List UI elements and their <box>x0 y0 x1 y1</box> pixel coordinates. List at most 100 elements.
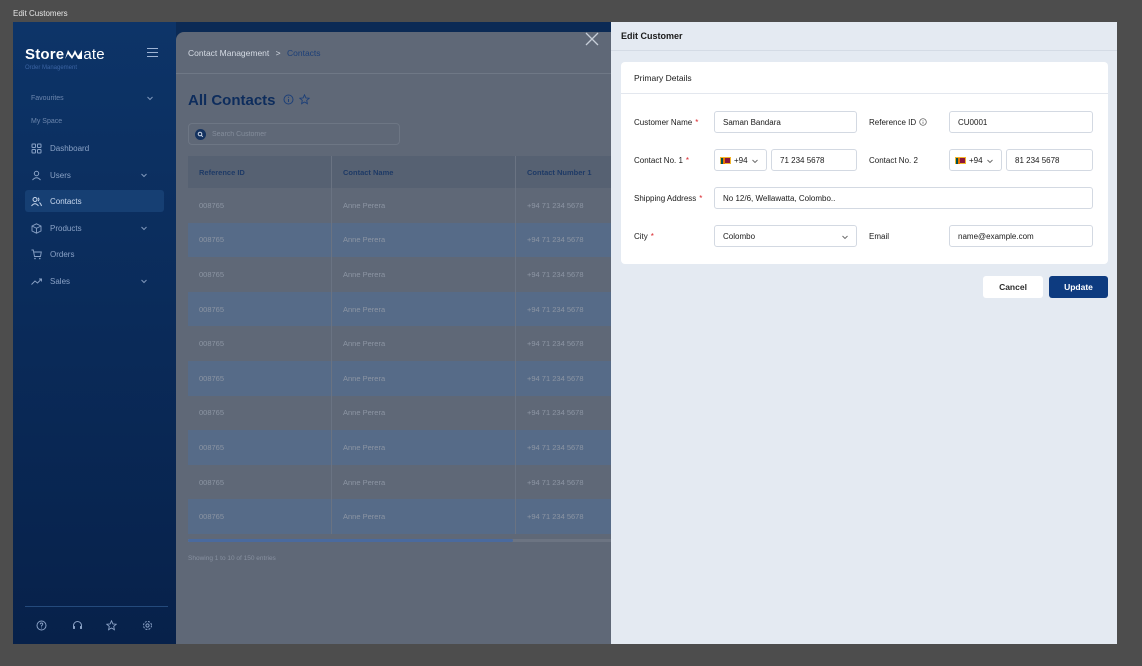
table-row[interactable]: 008765 Anne Perera +94 71 234 5678 <box>188 360 636 396</box>
table-row[interactable]: 008765 Anne Perera +94 71 234 5678 <box>188 395 636 431</box>
contact-no-1-input[interactable] <box>780 155 856 165</box>
shipping-address-label: Shipping Address * <box>634 187 702 209</box>
email-input[interactable] <box>958 231 1092 241</box>
header-divider <box>176 73 636 74</box>
column-header-contact-name[interactable]: Contact Name <box>332 156 516 188</box>
nav-section-favourites[interactable]: Favourites <box>31 95 153 102</box>
search-box <box>188 123 400 145</box>
contact-no-2-label: Contact No. 2 <box>869 149 918 171</box>
chevron-down-icon <box>141 173 147 178</box>
sidebar-item-orders[interactable]: Orders <box>25 243 164 265</box>
email-field[interactable] <box>949 225 1093 247</box>
country-code-value: +94 <box>734 155 748 165</box>
cell-contact-name: Anne Perera <box>332 360 516 396</box>
city-value: Colombo <box>723 231 756 241</box>
reference-id-field[interactable] <box>949 111 1093 133</box>
shipping-address-input[interactable] <box>723 193 1092 203</box>
table-row[interactable]: 008765 Anne Perera +94 71 234 5678 <box>188 326 636 361</box>
drawer-title: Edit Customer <box>611 22 1117 51</box>
cell-contact-name: Anne Perera <box>332 188 516 223</box>
contacts-table: Reference ID Contact Name Contact Number… <box>188 156 636 534</box>
menu-toggle-icon[interactable] <box>147 48 158 57</box>
shipping-address-field[interactable] <box>714 187 1093 209</box>
cell-contact-name: Anne Perera <box>332 291 516 327</box>
cancel-button[interactable]: Cancel <box>983 276 1043 298</box>
headset-icon[interactable] <box>72 620 83 631</box>
favourite-star-icon[interactable] <box>299 94 310 105</box>
logo: Store ate <box>25 46 105 63</box>
update-button[interactable]: Update <box>1049 276 1108 298</box>
chevron-down-icon <box>842 235 848 240</box>
city-select[interactable]: Colombo <box>714 225 857 247</box>
table-row[interactable]: 008765 Anne Perera +94 71 234 5678 <box>188 257 636 292</box>
chevron-down-icon <box>147 96 153 101</box>
customer-name-input[interactable] <box>723 117 856 127</box>
column-header-reference-id[interactable]: Reference ID <box>188 156 332 188</box>
logo-mark-icon <box>65 50 83 59</box>
country-code-select-1[interactable]: +94 <box>714 149 767 171</box>
cell-reference-id: 008765 <box>188 257 332 292</box>
table-row[interactable]: 008765 Anne Perera +94 71 234 5678 <box>188 222 636 258</box>
search-input[interactable] <box>212 130 392 138</box>
sidebar-item-label: Contacts <box>50 196 82 206</box>
cell-reference-id: 008765 <box>188 188 332 223</box>
required-mark: * <box>699 193 703 203</box>
email-label: Email <box>869 225 889 247</box>
settings-icon[interactable] <box>142 620 153 631</box>
cell-contact-name: Anne Perera <box>332 430 516 465</box>
info-icon[interactable] <box>919 118 927 126</box>
customer-name-field[interactable] <box>714 111 857 133</box>
sidebar-item-users[interactable]: Users <box>25 164 164 186</box>
chevron-down-icon <box>987 159 993 164</box>
logo-text-main: Store <box>25 46 65 63</box>
label-text: Contact No. 1 <box>634 155 683 165</box>
search-icon <box>195 128 206 140</box>
cell-reference-id: 008765 <box>188 326 332 361</box>
dashboard-icon <box>31 143 42 153</box>
contacts-icon <box>31 196 42 206</box>
star-icon[interactable] <box>106 620 117 631</box>
edit-customer-drawer: Edit Customer Primary Details Customer N… <box>611 22 1117 644</box>
nav-section-my-space[interactable]: My Space <box>31 118 62 125</box>
chevron-down-icon <box>141 279 147 284</box>
cell-contact-name: Anne Perera <box>332 326 516 361</box>
help-icon[interactable] <box>36 620 47 631</box>
sidebar-item-label: Orders <box>50 249 75 259</box>
cell-reference-id: 008765 <box>188 464 332 500</box>
sidebar-item-label: Dashboard <box>50 143 90 153</box>
country-code-select-2[interactable]: +94 <box>949 149 1002 171</box>
table-header: Reference ID Contact Name Contact Number… <box>188 156 636 188</box>
sidebar-item-products[interactable]: Products <box>25 217 164 239</box>
cell-reference-id: 008765 <box>188 222 332 258</box>
sidebar-item-label: Sales <box>50 276 71 286</box>
info-icon[interactable] <box>283 94 294 105</box>
horizontal-scrollbar[interactable] <box>188 539 636 542</box>
reference-id-input[interactable] <box>958 117 1092 127</box>
sidebar-item-label: Products <box>50 223 82 233</box>
close-icon[interactable] <box>585 32 599 46</box>
table-row[interactable]: 008765 Anne Perera +94 71 234 5678 <box>188 499 636 534</box>
reference-id-label: Reference ID <box>869 111 927 133</box>
table-row[interactable]: 008765 Anne Perera +94 71 234 5678 <box>188 464 636 500</box>
table-row[interactable]: 008765 Anne Perera +94 71 234 5678 <box>188 430 636 465</box>
breadcrumb-separator: > <box>275 48 281 58</box>
title-actions <box>283 94 310 105</box>
cell-contact-name: Anne Perera <box>332 464 516 500</box>
breadcrumb-parent[interactable]: Contact Management <box>188 48 269 58</box>
section-title: Primary Details <box>621 62 1108 94</box>
user-icon <box>32 170 41 180</box>
sidebar-item-contacts[interactable]: Contacts <box>25 190 164 212</box>
scrollbar-thumb[interactable] <box>188 539 513 542</box>
table-row[interactable]: 008765 Anne Perera +94 71 234 5678 <box>188 188 636 223</box>
contact-no-1-field[interactable] <box>771 149 857 171</box>
label-text: Shipping Address <box>634 193 697 203</box>
sidebar-item-sales[interactable]: Sales <box>25 270 164 292</box>
cell-reference-id: 008765 <box>188 395 332 431</box>
contact-no-2-input[interactable] <box>1015 155 1092 165</box>
window-title: Edit Customers <box>13 9 68 18</box>
table-row[interactable]: 008765 Anne Perera +94 71 234 5678 <box>188 291 636 327</box>
contact-no-2-field[interactable] <box>1006 149 1093 171</box>
nav-section-label: Favourites <box>31 95 64 102</box>
chevron-down-icon <box>752 159 758 164</box>
sidebar-item-dashboard[interactable]: Dashboard <box>25 137 164 159</box>
